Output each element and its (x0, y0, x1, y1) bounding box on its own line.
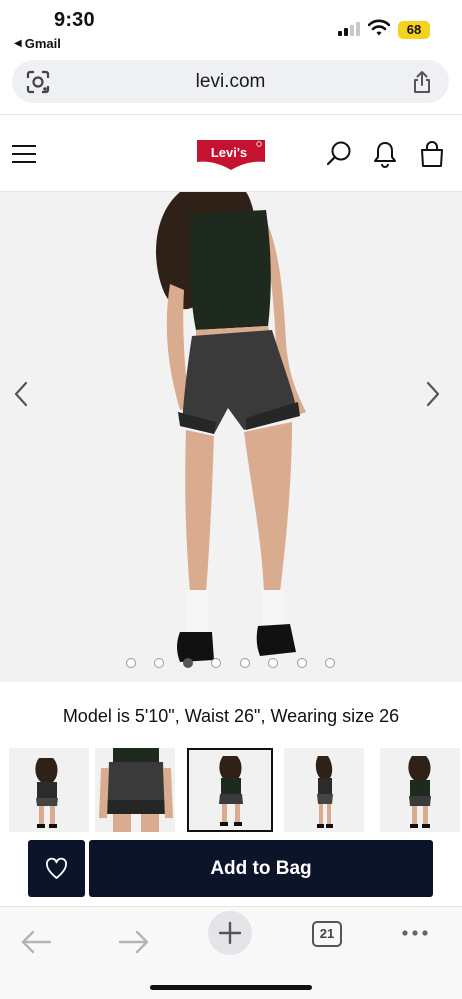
wishlist-button[interactable] (28, 840, 85, 897)
back-to-app-link[interactable]: ◀ Gmail (14, 36, 61, 51)
bag-icon[interactable] (418, 140, 446, 168)
search-icon[interactable] (325, 140, 353, 168)
cellular-signal-icon (338, 22, 362, 36)
back-triangle-icon: ◀ (14, 38, 22, 49)
share-icon[interactable] (411, 69, 433, 95)
heart-icon (46, 857, 67, 879)
product-thumbnail[interactable] (9, 748, 89, 832)
forward-arrow-icon[interactable] (110, 919, 156, 965)
tab-switcher-button[interactable]: 21 (312, 921, 342, 947)
status-bar: 9:30 ◀ Gmail 68 (0, 0, 462, 56)
site-header: Levi's (0, 114, 462, 192)
carousel-dots (0, 658, 462, 670)
back-app-label: Gmail (24, 36, 61, 51)
product-image-carousel[interactable] (0, 192, 462, 682)
address-bar[interactable]: levi.com (12, 60, 449, 103)
back-arrow-icon[interactable] (14, 919, 60, 965)
product-thumbnail-selected[interactable] (187, 748, 273, 832)
carousel-dot[interactable] (240, 658, 250, 668)
carousel-dot[interactable] (297, 658, 307, 668)
url-text: levi.com (195, 71, 266, 92)
bell-icon[interactable] (371, 140, 399, 168)
product-thumbnail[interactable] (95, 748, 175, 832)
thumbnail-image (219, 756, 243, 826)
thumbnail-image (99, 748, 173, 832)
carousel-dot[interactable] (211, 658, 221, 668)
product-thumbnail[interactable] (284, 748, 364, 832)
carousel-dot[interactable] (154, 658, 164, 668)
model-size-info: Model is 5'10", Waist 26", Wearing size … (62, 706, 400, 726)
browser-toolbar: 21 (0, 907, 462, 999)
menu-icon[interactable] (12, 145, 36, 163)
levis-logo[interactable]: Levi's (196, 139, 266, 171)
previous-image-arrow-icon[interactable] (9, 380, 33, 408)
add-to-bag-button[interactable]: Add to Bag (89, 840, 433, 897)
carousel-dot[interactable] (268, 658, 278, 668)
wifi-icon (368, 19, 390, 36)
next-image-arrow-icon[interactable] (421, 380, 445, 408)
carousel-dot-active[interactable] (183, 658, 193, 668)
carousel-dot[interactable] (325, 658, 335, 668)
new-tab-button[interactable] (208, 911, 252, 955)
more-options-icon[interactable] (394, 919, 440, 965)
thumbnail-image (408, 756, 431, 828)
product-thumbnail[interactable] (380, 748, 460, 832)
status-time: 9:30 (54, 9, 95, 31)
thumbnail-image (315, 756, 333, 828)
battery-indicator: 68 (398, 21, 430, 39)
logo-wordmark: Levi's (211, 145, 247, 160)
home-indicator (150, 985, 312, 990)
thumbnail-strip (0, 748, 462, 834)
product-photo (156, 192, 306, 662)
plus-icon (218, 921, 242, 945)
thumbnail-image (35, 758, 58, 828)
carousel-dot[interactable] (126, 658, 136, 668)
